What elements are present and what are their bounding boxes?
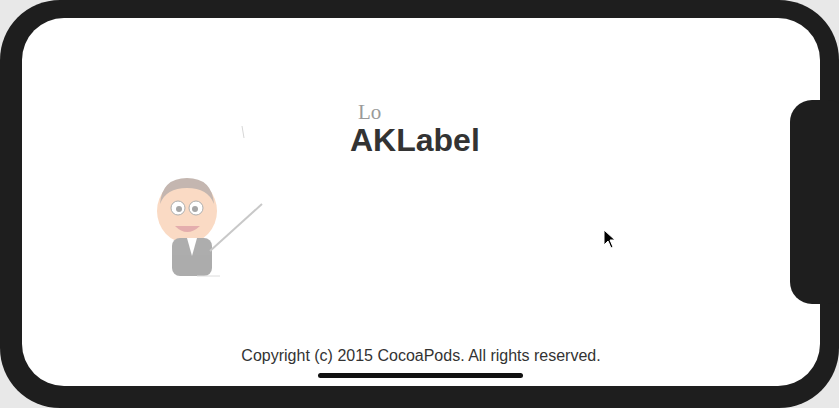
sensor-notch	[790, 100, 839, 304]
title-label: AKLabel	[348, 122, 482, 159]
mouse-cursor-icon	[603, 229, 617, 249]
animated-label: Lo	[356, 100, 383, 125]
simulator-device: Lo AKLabel Copyright (c) 2015 CocoaPods.…	[0, 0, 839, 408]
home-indicator[interactable]	[318, 373, 523, 378]
cartoon-teacher-icon	[142, 126, 272, 278]
app-screen: Lo AKLabel Copyright (c) 2015 CocoaPods.…	[22, 18, 820, 386]
copyright-label: Copyright (c) 2015 CocoaPods. All rights…	[237, 346, 604, 366]
